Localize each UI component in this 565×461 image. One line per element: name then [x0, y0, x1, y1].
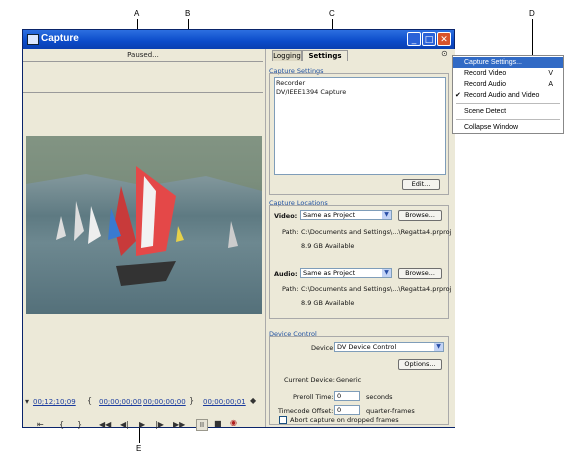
mark-in-icon[interactable]: {	[59, 420, 64, 429]
audio-space-available: 8.9 GB Available	[301, 299, 355, 307]
callout-e: E	[136, 444, 142, 453]
set-out-icon[interactable]: }	[189, 396, 194, 405]
timecode-offset-unit: quarter-frames	[366, 407, 415, 415]
tab-settings[interactable]: Settings	[302, 50, 348, 61]
close-button[interactable]: ✕	[437, 32, 451, 46]
record-icon[interactable]: ◉	[230, 418, 237, 427]
callout-c: C	[329, 9, 335, 18]
chevron-down-icon: ▼	[382, 269, 391, 277]
abort-capture-checkbox[interactable]	[279, 416, 287, 424]
chevron-down-icon: ▼	[382, 211, 391, 219]
video-browse-button[interactable]: Browse...	[398, 210, 442, 221]
in-point-timecode[interactable]: 00;00;00;00	[99, 398, 142, 406]
capture-window: Capture _ □ ✕ Paused... 00;12;10;09 ▾ {…	[22, 29, 455, 431]
capture-status: Paused...	[127, 51, 159, 59]
current-timecode[interactable]: 00;12;10;09	[33, 398, 76, 406]
duration-timecode[interactable]: 00;00;00;01	[203, 398, 246, 406]
capture-settings-recorder: Recorder	[276, 79, 306, 87]
abort-capture-label: Abort capture on dropped frames	[290, 416, 399, 424]
edit-button[interactable]: Edit...	[402, 179, 440, 190]
menu-item-record-video[interactable]: Record Video V	[453, 68, 563, 79]
stop-icon[interactable]: ■	[214, 419, 222, 428]
panel-tabs: Logging Settings ⊙	[266, 49, 455, 61]
panel-popup-menu: Capture Settings... Record Video V Record…	[452, 55, 564, 134]
device-select[interactable]: DV Device Control ▼	[334, 342, 444, 352]
window-title: Capture	[41, 33, 79, 44]
capture-locations-group	[269, 205, 449, 319]
menu-separator	[456, 103, 560, 104]
current-device-label: Current Device:	[284, 376, 335, 384]
audio-label: Audio:	[274, 270, 298, 278]
rewind-icon[interactable]: ◀◀	[99, 420, 111, 429]
goto-in-icon[interactable]: ⇤	[37, 420, 44, 429]
pause-icon[interactable]: II	[196, 419, 208, 431]
menu-separator	[456, 119, 560, 120]
options-button[interactable]: Options...	[398, 359, 442, 370]
set-in-icon[interactable]: {	[87, 396, 92, 405]
minimize-button[interactable]: _	[407, 32, 421, 46]
step-back-icon[interactable]: ◀|	[120, 420, 129, 429]
tab-logging[interactable]: Logging	[272, 50, 302, 61]
timecode-offset-label: Timecode Offset:	[278, 407, 334, 415]
device-label: Device:	[311, 344, 336, 352]
audio-location-select[interactable]: Same as Project ▼	[300, 268, 392, 278]
video-path-label: Path:	[282, 228, 299, 236]
mark-out-icon[interactable]: }	[77, 420, 82, 429]
video-space-available: 8.9 GB Available	[301, 242, 355, 250]
capture-settings-format: DV/IEEE1394 Capture	[276, 88, 347, 96]
preroll-input[interactable]: 0	[334, 391, 360, 401]
callout-d-line	[532, 19, 533, 60]
menu-item-record-audio[interactable]: Record Audio A	[453, 79, 563, 90]
menu-item-record-audio-and-video[interactable]: ✔ Record Audio and Video	[453, 90, 563, 101]
checkmark-icon: ✔	[455, 92, 461, 99]
menu-item-collapse-window[interactable]: Collapse Window	[453, 122, 563, 133]
menu-item-scene-detect[interactable]: Scene Detect	[453, 106, 563, 117]
play-icon[interactable]: ▶	[139, 420, 145, 429]
settings-panel: Logging Settings ⊙ Capture Settings Reco…	[265, 49, 455, 427]
video-location-select[interactable]: Same as Project ▼	[300, 210, 392, 220]
audio-path-label: Path:	[282, 285, 299, 293]
timecode-icon: ▾	[25, 397, 30, 406]
current-device-value: Generic	[336, 376, 362, 384]
chevron-down-icon: ▼	[434, 343, 443, 351]
status-divider	[23, 61, 263, 62]
video-path: C:\Documents and Settings\...\Regatta4.p…	[301, 228, 452, 236]
timecode-offset-input[interactable]: 0	[334, 405, 360, 415]
title-bar[interactable]: Capture _ □ ✕	[23, 30, 454, 49]
callout-a: A	[134, 9, 140, 18]
video-label: Video:	[274, 212, 298, 220]
audio-browse-button[interactable]: Browse...	[398, 268, 442, 279]
jog-icon[interactable]: ◆	[250, 396, 256, 405]
menu-item-capture-settings[interactable]: Capture Settings...	[453, 57, 563, 68]
panel-menu-icon[interactable]: ⊙	[441, 49, 448, 58]
callout-b: B	[185, 9, 191, 18]
audio-path: C:\Documents and Settings\...\Regatta4.p…	[301, 285, 452, 293]
preroll-label: Preroll Time:	[293, 393, 334, 401]
window-icon	[27, 34, 39, 45]
video-preview	[26, 136, 262, 314]
status-divider-2	[23, 92, 263, 93]
callout-d: D	[529, 9, 535, 18]
video-frame	[26, 136, 262, 286]
maximize-button[interactable]: □	[422, 32, 436, 46]
fast-forward-icon[interactable]: ▶▶	[173, 420, 185, 429]
monitor-panel: Paused... 00;12;10;09 ▾ { 00;00;00;00 00	[23, 49, 263, 431]
preroll-unit: seconds	[366, 393, 393, 401]
step-forward-icon[interactable]: |▶	[155, 420, 164, 429]
out-point-timecode[interactable]: 00;00;00;00	[143, 398, 186, 406]
